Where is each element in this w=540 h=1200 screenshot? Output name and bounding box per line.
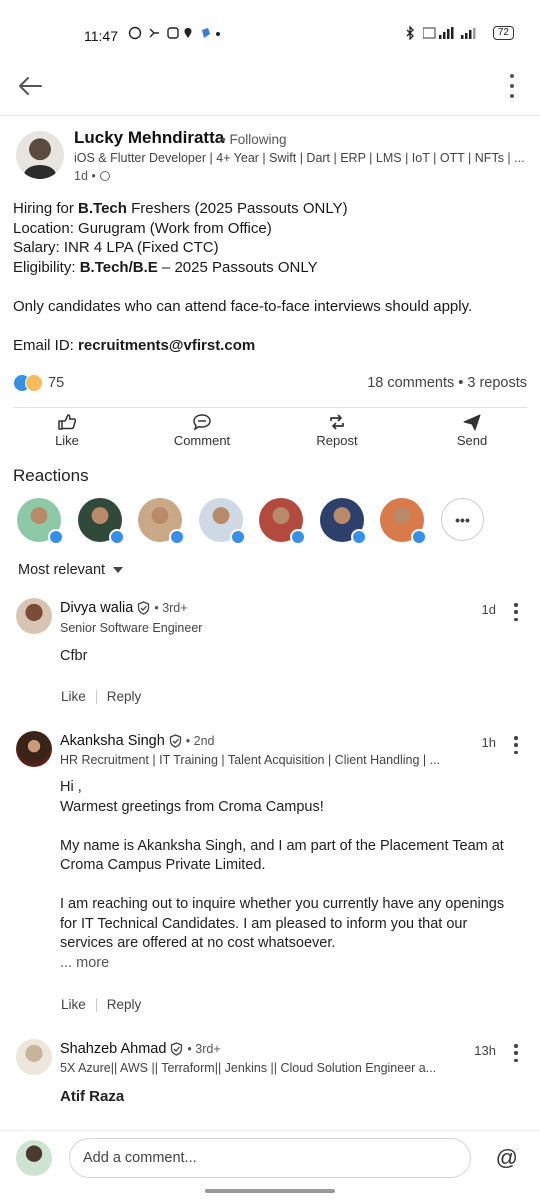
comment-like-button[interactable]: Like [61, 689, 86, 704]
comment-reply-button[interactable]: Reply [107, 997, 142, 1012]
commenter-name-row[interactable]: Shahzeb Ahmad • 3rd+ [60, 1041, 221, 1057]
comment-like-button[interactable]: Like [61, 997, 86, 1012]
commenter-name-row[interactable]: Akanksha Singh • 2nd [60, 733, 215, 749]
back-arrow-icon[interactable] [14, 70, 46, 102]
comment-actions: Like Reply [61, 689, 141, 704]
mention-icon[interactable]: @ [496, 1145, 518, 1171]
comment-text: Cfbr [60, 648, 88, 664]
app-bar [0, 56, 540, 116]
comment-time: 1d [481, 602, 496, 617]
post-time: 1d • [74, 169, 110, 183]
post-line: Eligibility: B.Tech/B.E – 2025 Passouts … [13, 258, 318, 276]
commenter-avatar[interactable] [16, 731, 52, 767]
email-link[interactable]: recruitments@vfirst.com [78, 337, 255, 354]
reactor-avatar[interactable] [380, 498, 427, 545]
commenter-headline: Senior Software Engineer [60, 621, 203, 635]
commenter-name: Divya walia [60, 600, 134, 616]
comment-reply-button[interactable]: Reply [107, 689, 142, 704]
post-line: Hiring for B.Tech Freshers (2025 Passout… [13, 200, 348, 217]
like-badge-icon [290, 529, 306, 545]
post-email-line: Email ID: recruitments@vfirst.com [13, 336, 256, 354]
insightful-reaction-icon [25, 374, 43, 392]
send-button[interactable]: Send [427, 413, 517, 453]
system-status-icons: 72 [405, 26, 514, 40]
home-indicator [205, 1189, 335, 1193]
globe-icon [99, 171, 110, 181]
repost-label: Repost [316, 433, 358, 448]
mentioned-person[interactable]: Atif Raza [60, 1088, 124, 1105]
thumbs-up-icon [58, 414, 77, 430]
follow-status: • Following [221, 132, 287, 147]
status-time: 11:47 [84, 28, 118, 44]
comment-label: Comment [173, 433, 231, 448]
signal-icon [422, 27, 476, 39]
like-badge-icon [350, 529, 367, 545]
repost-icon [330, 414, 344, 430]
comment-more-icon[interactable] [510, 1044, 522, 1062]
comment-actions: Like Reply [61, 997, 141, 1012]
sort-dropdown[interactable]: Most relevant [18, 562, 124, 578]
comments-reposts-count[interactable]: 18 comments • 3 reposts [367, 375, 527, 391]
author-avatar[interactable] [16, 131, 64, 179]
commenter-headline: 5X Azure|| AWS || Terraform|| Jenkins ||… [60, 1061, 437, 1075]
like-badge-icon [169, 529, 185, 545]
reactor-avatar[interactable] [77, 498, 125, 545]
like-badge-icon [411, 529, 427, 545]
reaction-icons[interactable] [13, 374, 45, 392]
caret-down-icon [113, 567, 124, 573]
reactor-avatar[interactable] [259, 498, 306, 545]
comment-icon [193, 414, 211, 431]
like-badge-icon [48, 529, 64, 545]
repost-button[interactable]: Repost [292, 413, 382, 453]
comment-text: Hi , Warmest greetings from Croma Campus… [60, 778, 526, 973]
commenter-avatar[interactable] [16, 1039, 52, 1075]
author-headline: iOS & Flutter Developer | 4+ Year | Swif… [74, 151, 524, 165]
post-line: Salary: INR 4 LPA (Fixed CTC) [13, 239, 219, 256]
reaction-count[interactable]: 75 [48, 375, 64, 391]
reactor-avatar[interactable] [17, 498, 64, 545]
author-name[interactable]: Lucky Mehndiratta [74, 128, 224, 148]
commenter-name-row[interactable]: Divya walia • 3rd+ [60, 600, 188, 616]
notification-icons [128, 26, 220, 43]
sort-label: Most relevant [18, 562, 106, 578]
see-more-link[interactable]: ... more [60, 954, 526, 974]
commenter-name: Akanksha Singh [60, 733, 165, 749]
comment-button[interactable]: Comment [157, 413, 247, 453]
commenter-headline: HR Recruitment | IT Training | Talent Ac… [60, 753, 441, 767]
verified-shield-icon [169, 734, 181, 748]
commenter-name: Shahzeb Ahmad [60, 1041, 167, 1057]
post-line: Only candidates who can attend face-to-f… [13, 297, 473, 315]
comment-time: 1h [481, 735, 496, 750]
post-time-label: 1d • [74, 169, 96, 183]
like-badge-icon [229, 529, 246, 545]
like-button[interactable]: Like [22, 413, 112, 453]
divider [13, 407, 527, 408]
connection-degree: • 3rd+ [187, 1042, 221, 1056]
connection-degree: • 2nd [185, 734, 215, 748]
battery-icon: 72 [492, 26, 514, 40]
send-icon [463, 414, 481, 431]
verified-shield-icon [171, 1042, 183, 1056]
more-reactors-button[interactable]: ••• [441, 498, 484, 541]
bluetooth-icon [406, 26, 414, 40]
like-badge-icon [108, 529, 125, 545]
post-line: Location: Gurugram (Work from Office) [13, 219, 272, 237]
connection-degree: • 3rd+ [154, 601, 188, 615]
comment-input[interactable]: Add a comment... [69, 1138, 471, 1178]
send-label: Send [456, 433, 488, 448]
my-avatar [16, 1140, 52, 1176]
comment-more-icon[interactable] [510, 603, 522, 621]
comment-composer: Add a comment... @ [0, 1130, 540, 1200]
more-options-icon[interactable] [502, 72, 522, 100]
like-label: Like [55, 433, 79, 448]
reactions-heading: Reactions [13, 466, 89, 485]
reactor-avatar[interactable] [138, 498, 185, 545]
reactor-avatar[interactable] [319, 498, 367, 545]
commenter-avatar[interactable] [16, 598, 52, 634]
verified-shield-icon [138, 601, 150, 615]
comment-more-icon[interactable] [510, 736, 522, 754]
comment-time: 13h [474, 1043, 496, 1058]
reactor-avatar[interactable] [198, 498, 246, 545]
post-body: Hiring for B.Tech Freshers (2025 Passout… [13, 199, 528, 355]
